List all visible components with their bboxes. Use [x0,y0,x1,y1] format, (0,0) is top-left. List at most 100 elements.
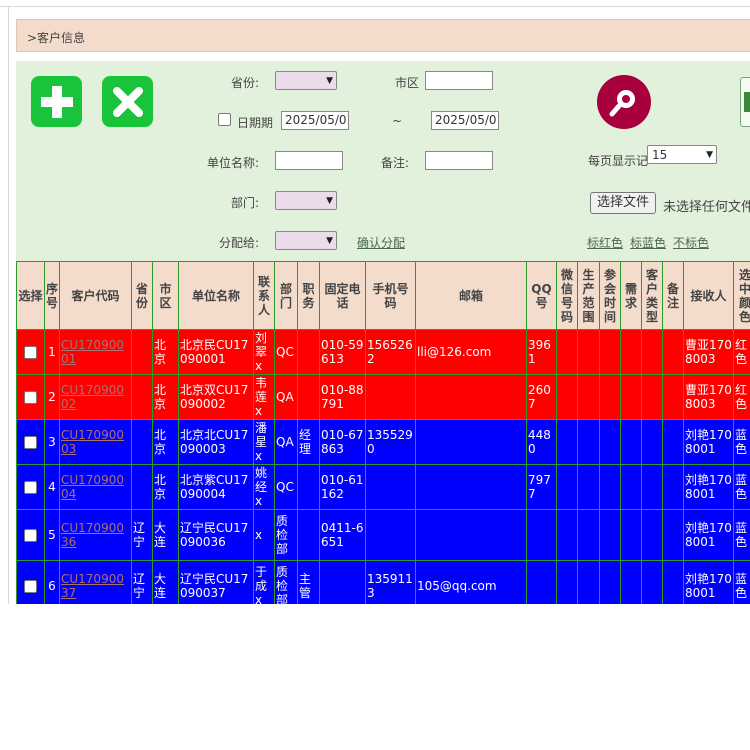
table-row: 2 CU17090002 北京 北京双CU17090002 韦莲x QA 010-88791… [16,374,750,420]
province-select[interactable]: ▼ [275,71,337,90]
chevron-down-icon: ▼ [706,149,713,160]
choose-file-button[interactable]: 选择文件 [590,192,657,214]
breadcrumb: >客户信息 [16,19,750,52]
customer-code-link[interactable]: CU17090003 [61,428,124,456]
type-cell [641,419,663,465]
bottom-blank [0,604,750,750]
receiver-cell: 刘艳1708001 [683,509,734,561]
delete-button[interactable] [102,76,153,127]
file-status: 未选择任何文件 [663,200,750,215]
type-cell [641,374,663,420]
search-button[interactable] [597,75,651,129]
scope-cell [577,329,600,375]
title-cell [297,464,320,510]
select-cell[interactable] [16,509,45,561]
title-cell [297,329,320,375]
need-cell [620,329,642,375]
need-cell [620,374,642,420]
select-cell[interactable] [16,464,45,510]
col-header: 市区 [152,261,179,330]
code-cell[interactable]: CU17090002 [59,374,132,420]
select-cell[interactable] [16,329,45,375]
page-size-label: 每页显示记 [588,154,649,168]
excel-icon[interactable] [740,77,750,127]
dept-select[interactable]: ▼ [275,191,337,210]
customer-code-link[interactable]: CU17090001 [61,338,124,366]
assign-label: 分配给: [219,236,260,250]
phone-cell: 010-88791 [319,374,366,420]
page-size-value: 15 [652,147,668,162]
code-cell[interactable]: CU17090001 [59,329,132,375]
note-cell [662,329,684,375]
date-to-input[interactable]: 2025/05/01 [431,111,499,130]
row-checkbox[interactable] [24,481,37,494]
note-input[interactable] [425,151,493,170]
customer-code-link[interactable]: CU17090036 [61,521,124,549]
col-header: 联系人 [253,261,275,330]
row-checkbox[interactable] [24,436,37,449]
note-cell [662,419,684,465]
email-cell [415,419,527,465]
dept-label: 部门: [231,196,260,210]
mobile-cell: 1565262 [365,329,416,375]
col-header: QQ号 [526,261,557,330]
page-size-select[interactable]: 15 ▼ [647,145,717,164]
receiver-cell: 曹亚1708003 [683,329,734,375]
city-cell: 北京 [152,464,179,510]
scope-cell [577,419,600,465]
sel-color-cell: 红色 [733,374,750,420]
phone-cell: 010-59613 [319,329,366,375]
date-checkbox[interactable] [218,113,231,126]
code-cell[interactable]: CU17090003 [59,419,132,465]
province-cell [131,464,153,510]
sel-color-cell: 蓝色 [733,464,750,510]
customer-code-link[interactable]: CU17090037 [61,572,124,600]
confirm-assign-link[interactable]: 确认分配 [357,234,405,251]
col-header: 部门 [274,261,298,330]
customer-code-link[interactable]: CU17090004 [61,473,124,501]
row-checkbox[interactable] [24,391,37,404]
wechat-cell [556,464,578,510]
unit-cell: 北京双CU17090002 [178,374,254,420]
unit-name-input[interactable] [275,151,343,170]
seq-cell: 5 [44,509,60,561]
city-input[interactable] [425,71,493,90]
code-cell[interactable]: CU17090036 [59,509,132,561]
row-checkbox[interactable] [24,529,37,542]
province-cell [131,374,153,420]
title-cell [297,509,320,561]
no-mark-link[interactable]: 不标色 [673,234,709,251]
code-cell[interactable]: CU17090004 [59,464,132,510]
city-cell: 北京 [152,419,179,465]
assign-select[interactable]: ▼ [275,231,337,250]
type-cell [641,329,663,375]
title-cell [297,374,320,420]
need-cell [620,509,642,561]
date-separator: ~ [392,114,403,128]
select-cell[interactable] [16,419,45,465]
meeting-cell [599,464,621,510]
col-header: 邮箱 [415,261,527,330]
col-header: 接收人 [683,261,734,330]
col-header: 单位名称 [178,261,254,330]
mark-red-link[interactable]: 标红色 [587,234,623,251]
row-checkbox[interactable] [24,346,37,359]
row-checkbox[interactable] [24,580,37,593]
magnifier-icon [609,90,635,117]
col-header: 省份 [131,261,153,330]
date-from-input[interactable]: 2025/05/01 [281,111,349,130]
mobile-cell [365,509,416,561]
mark-blue-link[interactable]: 标蓝色 [630,234,666,251]
chevron-down-icon: ▼ [326,75,333,86]
select-cell[interactable] [16,374,45,420]
table-row: 5 CU17090036 辽宁 大连 辽宁民CU17090036 x 质检部 0411-665… [16,509,750,561]
wechat-cell [556,509,578,561]
contact-cell: 姚经x [253,464,275,510]
customer-code-link[interactable]: CU17090002 [61,383,124,411]
province-cell: 辽宁 [131,509,153,561]
phone-cell: 010-67863 [319,419,366,465]
dept-cell: QA [274,419,298,465]
add-button[interactable] [31,76,82,127]
contact-cell: x [253,509,275,561]
need-cell [620,464,642,510]
